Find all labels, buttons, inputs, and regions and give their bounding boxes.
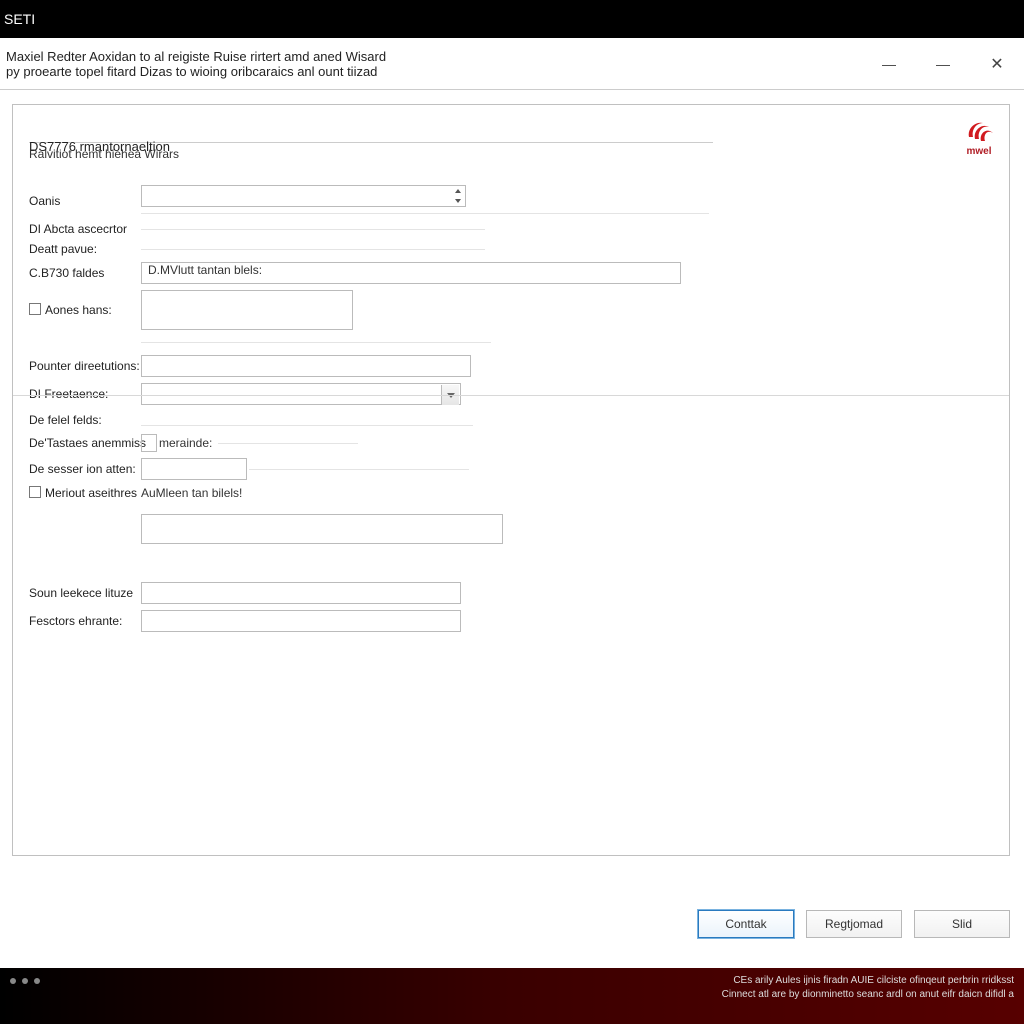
de-tastaes-inline: merainde: [159, 436, 212, 450]
form-grid: Oanis DI Abcta ascecrtor Deatt pavue: [29, 185, 989, 632]
wizard-panel: mwel DS7776 rmantornaeltion Ralvitiot he… [12, 104, 1010, 856]
label-deatt-pavue: Deatt pavue: [29, 242, 139, 256]
row-underline [141, 213, 709, 214]
row-c3730: D.MVlutt tantan blels: [141, 262, 989, 284]
meriout-input[interactable] [141, 514, 503, 544]
label-freetaence: DI Freetaence: [29, 387, 139, 401]
register-button[interactable]: Regtjomad [806, 910, 902, 938]
row-meriout: AuMleen tan bilels! [141, 486, 989, 500]
row-underline [218, 443, 358, 444]
stepper-buttons [451, 186, 465, 206]
de-tastaes-box[interactable] [141, 434, 157, 452]
meriout-inline: AuMleen tan bilels! [141, 486, 242, 500]
close-button[interactable]: ✕ [984, 51, 1010, 77]
row-soun [141, 582, 989, 604]
row-de-felel [141, 411, 989, 428]
label-soun: Soun leekece lituze [29, 586, 139, 600]
status-dot-icon [34, 978, 40, 984]
row-underline [249, 469, 469, 470]
aones-input[interactable] [141, 290, 353, 330]
titlebar-line2: py proearte topel fitard Dizas to wioing… [6, 64, 386, 79]
row-oanis [141, 185, 989, 216]
row-underline [141, 229, 485, 230]
wizard-buttons: Conttak Regtjomad Slid [698, 910, 1010, 938]
footer-right: CEs arily Aules ijnis firadn AUIE cilcis… [722, 974, 1014, 1002]
row-aones [141, 290, 989, 330]
app-top-strip: SETI [0, 0, 1024, 38]
section-subtitle: Ralvitiot hemt hiehea Wirars [29, 147, 989, 161]
de-sesser-input-a[interactable] [141, 458, 247, 480]
brand-swirl-icon [965, 119, 993, 143]
label-fesctors: Fesctors ehrante: [29, 614, 139, 628]
titlebar-line1: Maxiel Redter Aoxidan to al reigiste Rui… [6, 49, 386, 64]
panel-mid-divider [13, 395, 1009, 396]
skip-button[interactable]: Slid [914, 910, 1010, 938]
label-abcta: DI Abcta ascecrtor [29, 222, 139, 236]
row-pounter [141, 355, 989, 377]
row-de-sesser [141, 458, 989, 480]
row-deatt [141, 247, 989, 252]
window-titlebar: Maxiel Redter Aoxidan to al reigiste Rui… [0, 38, 1024, 90]
freetaence-select[interactable] [141, 383, 461, 405]
c3730-inline-label: D.MVlutt tantan blels: [142, 263, 262, 277]
row-underline [141, 249, 485, 250]
checkbox-meriout[interactable]: Meriout aseithres [29, 486, 139, 500]
app-top-label: SETI [4, 11, 35, 27]
status-footer: CEs arily Aules ijnis firadn AUIE cilcis… [0, 968, 1024, 1024]
row-freetaence [141, 383, 989, 405]
fesctors-input[interactable] [141, 610, 461, 632]
pounter-input[interactable] [141, 355, 471, 377]
label-oanis: Oanis [29, 194, 139, 208]
row-underline [141, 425, 473, 426]
content-area: mwel DS7776 rmantornaeltion Ralvitiot he… [0, 90, 1024, 956]
row-meriout-field [141, 506, 989, 544]
label-c3730: C.B730 faldes [29, 266, 139, 280]
footer-left [10, 974, 40, 984]
footer-line1: CEs arily Aules ijnis firadn AUIE cilcis… [722, 974, 1014, 988]
status-dot-icon [22, 978, 28, 984]
titlebar-text: Maxiel Redter Aoxidan to al reigiste Rui… [6, 49, 386, 79]
oanis-input[interactable] [141, 185, 466, 207]
label-de-tastaes: De'Tastaes anemmiss [29, 436, 139, 450]
label-pounter: Pounter direetutions: [29, 359, 139, 373]
maximize-button[interactable]: — [930, 51, 956, 77]
c3730-field[interactable]: D.MVlutt tantan blels: [141, 262, 681, 284]
footer-line2: Cinnect atl are by dionminetto seanc ard… [722, 988, 1014, 1002]
continue-button[interactable]: Conttak [698, 910, 794, 938]
status-dot-icon [10, 978, 16, 984]
checkbox-aones-hans[interactable]: Aones hans: [29, 303, 139, 317]
window-controls: — — ✕ [876, 51, 1018, 77]
oanis-stepper[interactable] [141, 185, 466, 207]
minimize-button[interactable]: — [876, 51, 902, 77]
stepper-down-icon[interactable] [451, 196, 465, 206]
brand-name: mwel [966, 146, 991, 157]
brand-logo: mwel [965, 119, 993, 157]
label-de-sesser: De sesser ion atten: [29, 462, 139, 476]
row-underline [141, 342, 491, 343]
soun-input[interactable] [141, 582, 461, 604]
row-fesctors [141, 610, 989, 632]
stepper-up-icon[interactable] [451, 186, 465, 196]
row-de-tastaes: merainde: [141, 434, 989, 452]
label-de-felel: De felel felds: [29, 413, 139, 427]
row-abcta [141, 227, 989, 232]
